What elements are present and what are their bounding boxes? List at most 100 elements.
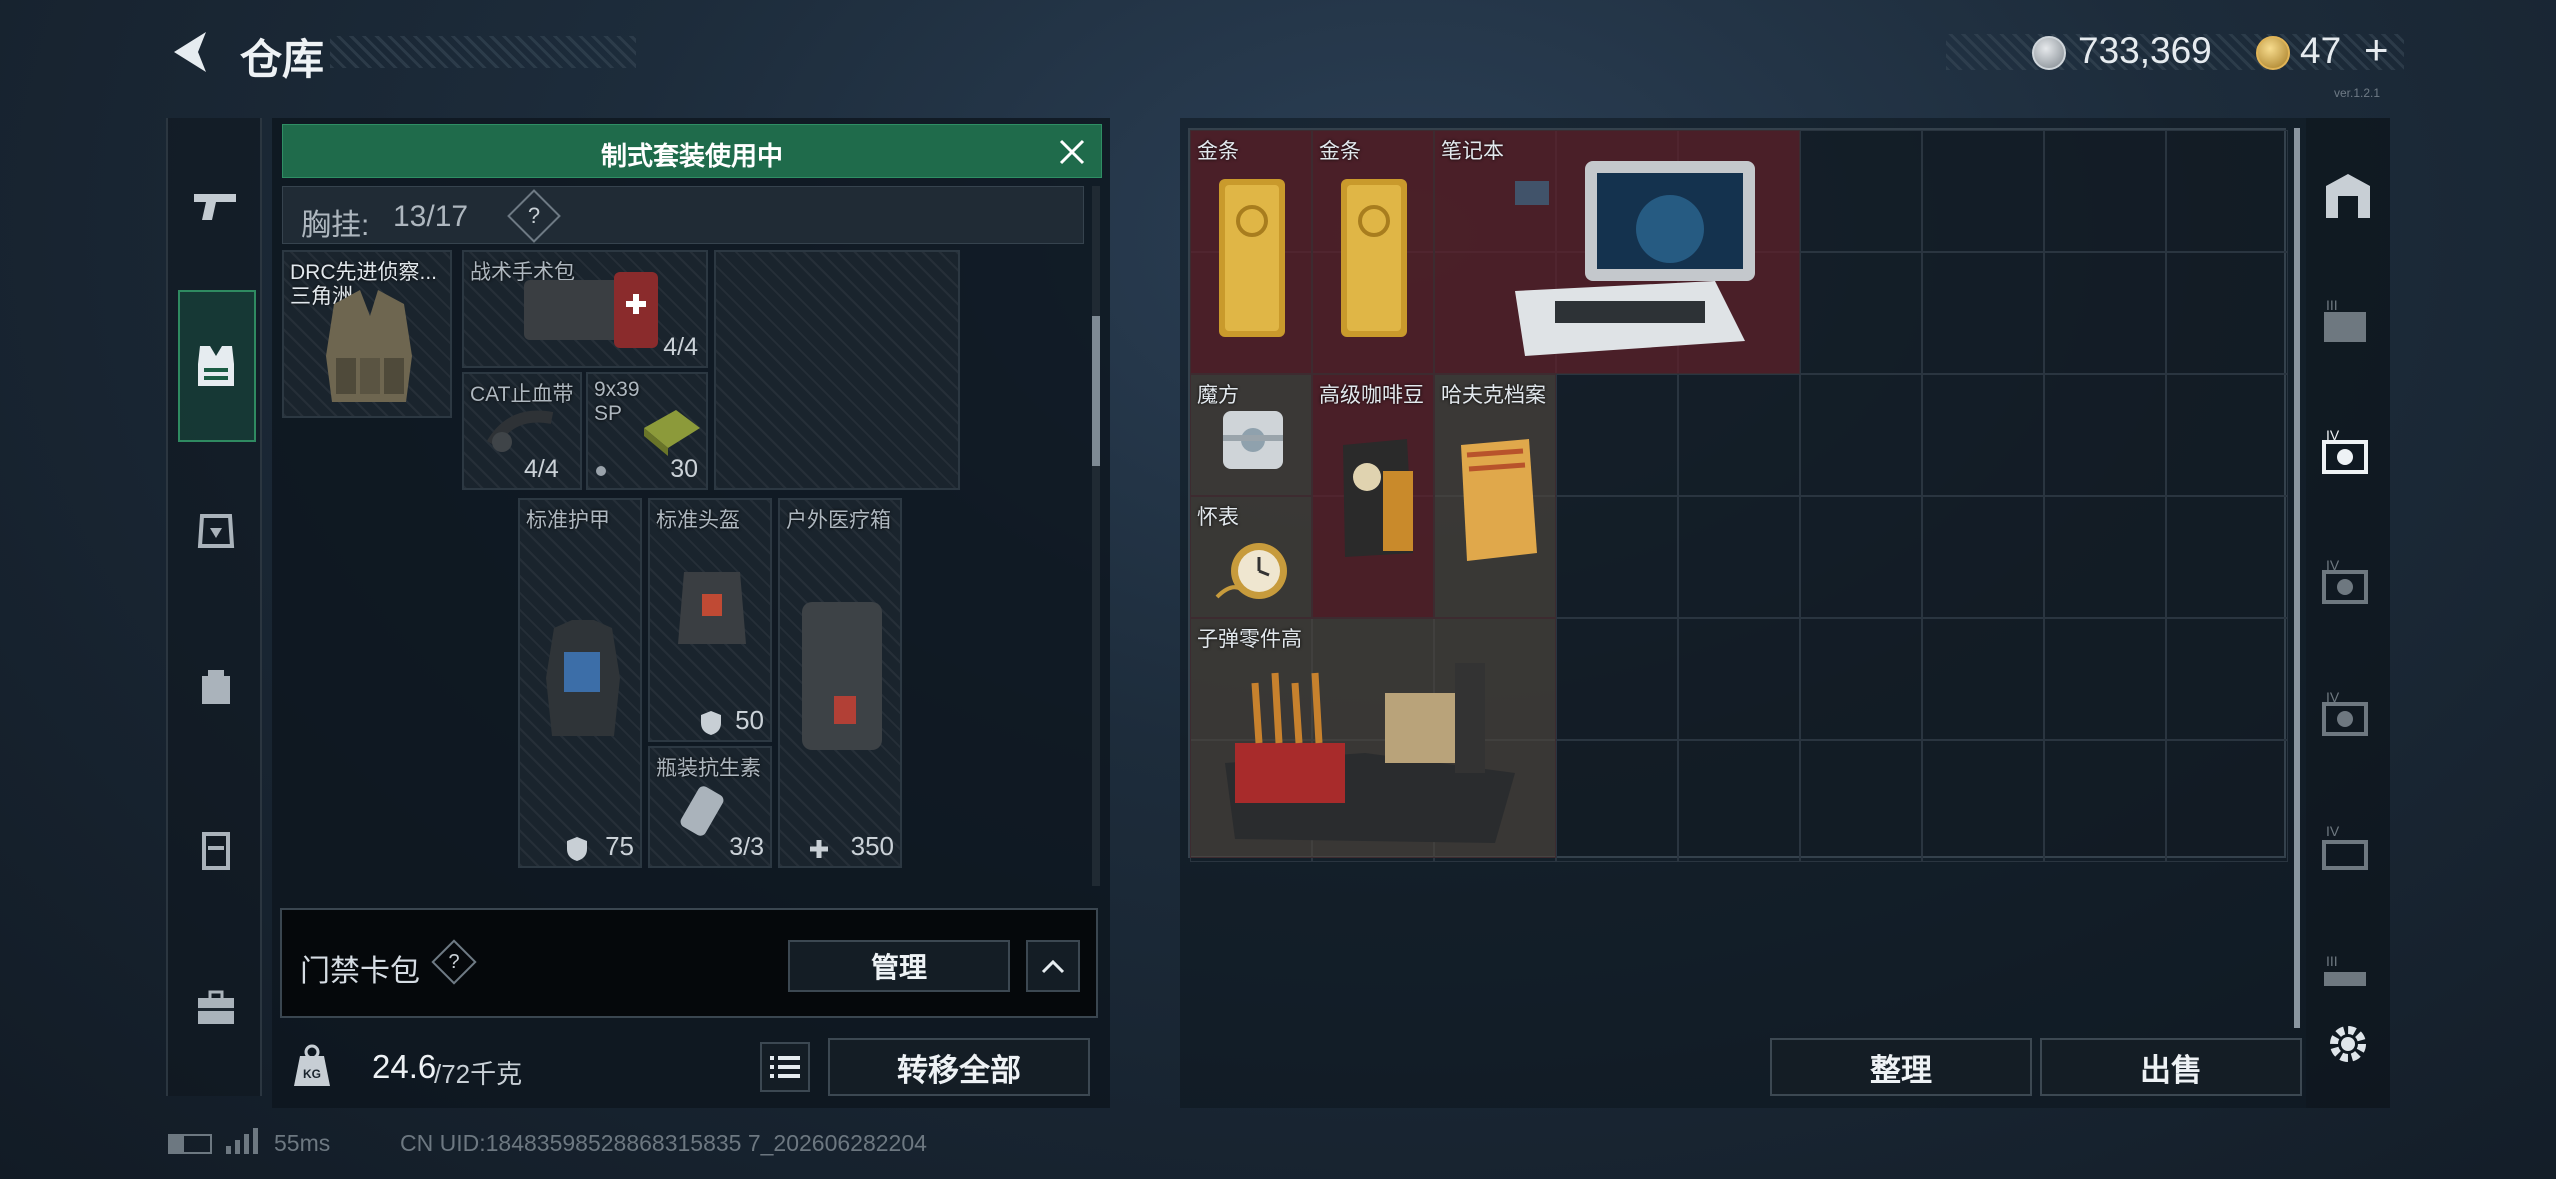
storage-item-haavk-file[interactable]: 哈夫克档案 bbox=[1434, 374, 1556, 618]
equipment-slot-helmet[interactable]: 标准头盔 50 bbox=[648, 498, 772, 742]
gold-bar-image bbox=[1341, 179, 1407, 337]
sort-button[interactable]: 整理 bbox=[1770, 1038, 2032, 1096]
grid-cell[interactable] bbox=[1922, 740, 2044, 862]
storage-item-laptop[interactable]: 笔记本 bbox=[1434, 130, 1800, 374]
grid-cell[interactable] bbox=[1556, 374, 1678, 496]
grid-cell[interactable] bbox=[1678, 496, 1800, 618]
weight-max: /72千克 bbox=[434, 1059, 523, 1089]
grid-cell[interactable] bbox=[1556, 740, 1678, 862]
storage-page-icon: IV bbox=[2322, 689, 2368, 736]
storage-tab-3[interactable]: III bbox=[2318, 292, 2378, 352]
storage-item-gold-bar-2[interactable]: 金条 bbox=[1312, 130, 1434, 374]
weight-icon: KG bbox=[290, 1042, 334, 1090]
rig-slot-empty[interactable] bbox=[714, 250, 960, 490]
title-decoration bbox=[330, 36, 636, 68]
grid-cell[interactable] bbox=[1678, 740, 1800, 862]
list-icon bbox=[770, 1056, 800, 1078]
grid-cell[interactable] bbox=[1922, 374, 2044, 496]
chest-rig-help-button[interactable]: ? bbox=[507, 189, 561, 243]
storage-item-bullet-parts[interactable]: 子弹零件高 bbox=[1190, 618, 1556, 858]
grid-cell[interactable] bbox=[1800, 618, 1922, 740]
grid-cell[interactable] bbox=[1922, 130, 2044, 252]
storage-scrollbar[interactable] bbox=[2294, 128, 2300, 1028]
storage-tab-4d[interactable]: IV bbox=[2318, 818, 2378, 878]
manage-button[interactable]: 管理 bbox=[788, 940, 1010, 992]
grid-cell[interactable] bbox=[2166, 618, 2288, 740]
back-button[interactable] bbox=[168, 28, 212, 76]
rig-slot-ammo[interactable]: 9x39 SP 30 bbox=[586, 372, 708, 490]
settings-button[interactable] bbox=[2318, 1014, 2378, 1074]
item-count: 4/4 bbox=[663, 333, 698, 361]
grid-cell[interactable] bbox=[2166, 252, 2288, 374]
sidebar-item-backpack[interactable] bbox=[186, 656, 246, 716]
equipment-slot-armor[interactable]: 标准护甲 75 bbox=[518, 498, 642, 868]
grid-cell[interactable] bbox=[2166, 374, 2288, 496]
storage-tab-4c[interactable]: IV bbox=[2318, 684, 2378, 744]
storage-item-gold-bar-1[interactable]: 金条 bbox=[1190, 130, 1312, 374]
storage-item-coffee[interactable]: 高级咖啡豆 bbox=[1312, 374, 1434, 618]
coffee-bag-image bbox=[1343, 439, 1413, 557]
rig-slot-medkit[interactable]: 战术手术包 4/4 bbox=[462, 250, 708, 368]
svg-text:IV: IV bbox=[2326, 557, 2340, 573]
rig-slot-tourniquet[interactable]: CAT止血带 4/4 bbox=[462, 372, 582, 490]
grid-cell[interactable] bbox=[2044, 252, 2166, 374]
grid-cell[interactable] bbox=[2044, 496, 2166, 618]
sell-button[interactable]: 出售 bbox=[2040, 1038, 2302, 1096]
storage-tab-4b[interactable]: IV bbox=[2318, 552, 2378, 612]
safe-icon bbox=[2326, 174, 2370, 218]
grid-cell[interactable] bbox=[1922, 496, 2044, 618]
grid-cell[interactable] bbox=[2166, 130, 2288, 252]
grid-cell[interactable] bbox=[1922, 618, 2044, 740]
sidebar-item-container[interactable] bbox=[186, 820, 246, 880]
help-icon: ? bbox=[527, 203, 541, 228]
chest-rig-capacity-bar: 胸挂: 13/17 ? bbox=[282, 186, 1084, 244]
grid-cell[interactable] bbox=[2166, 740, 2288, 862]
storage-item-cube[interactable]: 魔方 bbox=[1190, 374, 1312, 496]
expand-card-pack-button[interactable] bbox=[1026, 940, 1080, 992]
grid-cell[interactable] bbox=[1922, 252, 2044, 374]
storage-tab-safe[interactable] bbox=[2318, 166, 2378, 226]
card-pack-help-button[interactable]: ? bbox=[431, 939, 477, 985]
item-name: 金条 bbox=[1319, 140, 1361, 163]
grid-cell[interactable] bbox=[2044, 130, 2166, 252]
grid-cell[interactable] bbox=[1678, 374, 1800, 496]
sidebar-item-chest-rig[interactable] bbox=[186, 336, 246, 396]
sidebar-item-weapons[interactable] bbox=[186, 176, 246, 236]
grid-cell[interactable] bbox=[1800, 252, 1922, 374]
equipment-scrollbar[interactable] bbox=[1092, 186, 1100, 886]
equipment-slot-antibiotic[interactable]: 瓶装抗生素 3/3 bbox=[648, 746, 772, 868]
case-icon bbox=[202, 832, 230, 870]
grid-cell[interactable] bbox=[2166, 496, 2288, 618]
sidebar-item-toolbox[interactable] bbox=[186, 978, 246, 1038]
storage-item-pocket-watch[interactable]: 怀表 bbox=[1190, 496, 1312, 618]
signal-icon bbox=[226, 1128, 258, 1154]
equipment-slot-chest-rig[interactable]: DRC先进侦察... 三角洲 bbox=[282, 250, 452, 418]
bullet-parts-image bbox=[1225, 663, 1515, 843]
chevron-up-icon bbox=[1041, 959, 1065, 974]
equipment-slot-medical-box[interactable]: 户外医疗箱 350 bbox=[778, 498, 902, 868]
transfer-all-button[interactable]: 转移全部 bbox=[828, 1038, 1090, 1096]
grid-cell[interactable] bbox=[1800, 496, 1922, 618]
item-count: 30 bbox=[670, 455, 698, 483]
close-banner-button[interactable] bbox=[1055, 135, 1089, 169]
item-count: 3/3 bbox=[729, 833, 764, 861]
storage-tab-3b[interactable]: III bbox=[2318, 940, 2378, 1000]
storage-tab-4-active[interactable]: IV bbox=[2318, 422, 2378, 482]
gun-icon bbox=[194, 194, 236, 220]
uid-label: CN UID:18483598528868315835 7_2026062822… bbox=[400, 1130, 927, 1156]
grid-cell[interactable] bbox=[1800, 130, 1922, 252]
list-view-button[interactable] bbox=[760, 1042, 810, 1092]
grid-cell[interactable] bbox=[1800, 740, 1922, 862]
grid-cell[interactable] bbox=[2044, 740, 2166, 862]
sidebar-item-helmet[interactable] bbox=[186, 500, 246, 560]
add-currency-button[interactable]: + bbox=[2364, 26, 2389, 74]
grid-cell[interactable] bbox=[2044, 374, 2166, 496]
armor-durability: 75 bbox=[605, 831, 634, 861]
grid-cell[interactable] bbox=[1556, 496, 1678, 618]
grid-cell[interactable] bbox=[2044, 618, 2166, 740]
grid-cell[interactable] bbox=[1556, 618, 1678, 740]
grid-cell[interactable] bbox=[1800, 374, 1922, 496]
grid-cell[interactable] bbox=[1678, 618, 1800, 740]
loadout-banner: 制式套装使用中 bbox=[282, 124, 1102, 178]
equipment-scroll-thumb[interactable] bbox=[1092, 316, 1100, 466]
